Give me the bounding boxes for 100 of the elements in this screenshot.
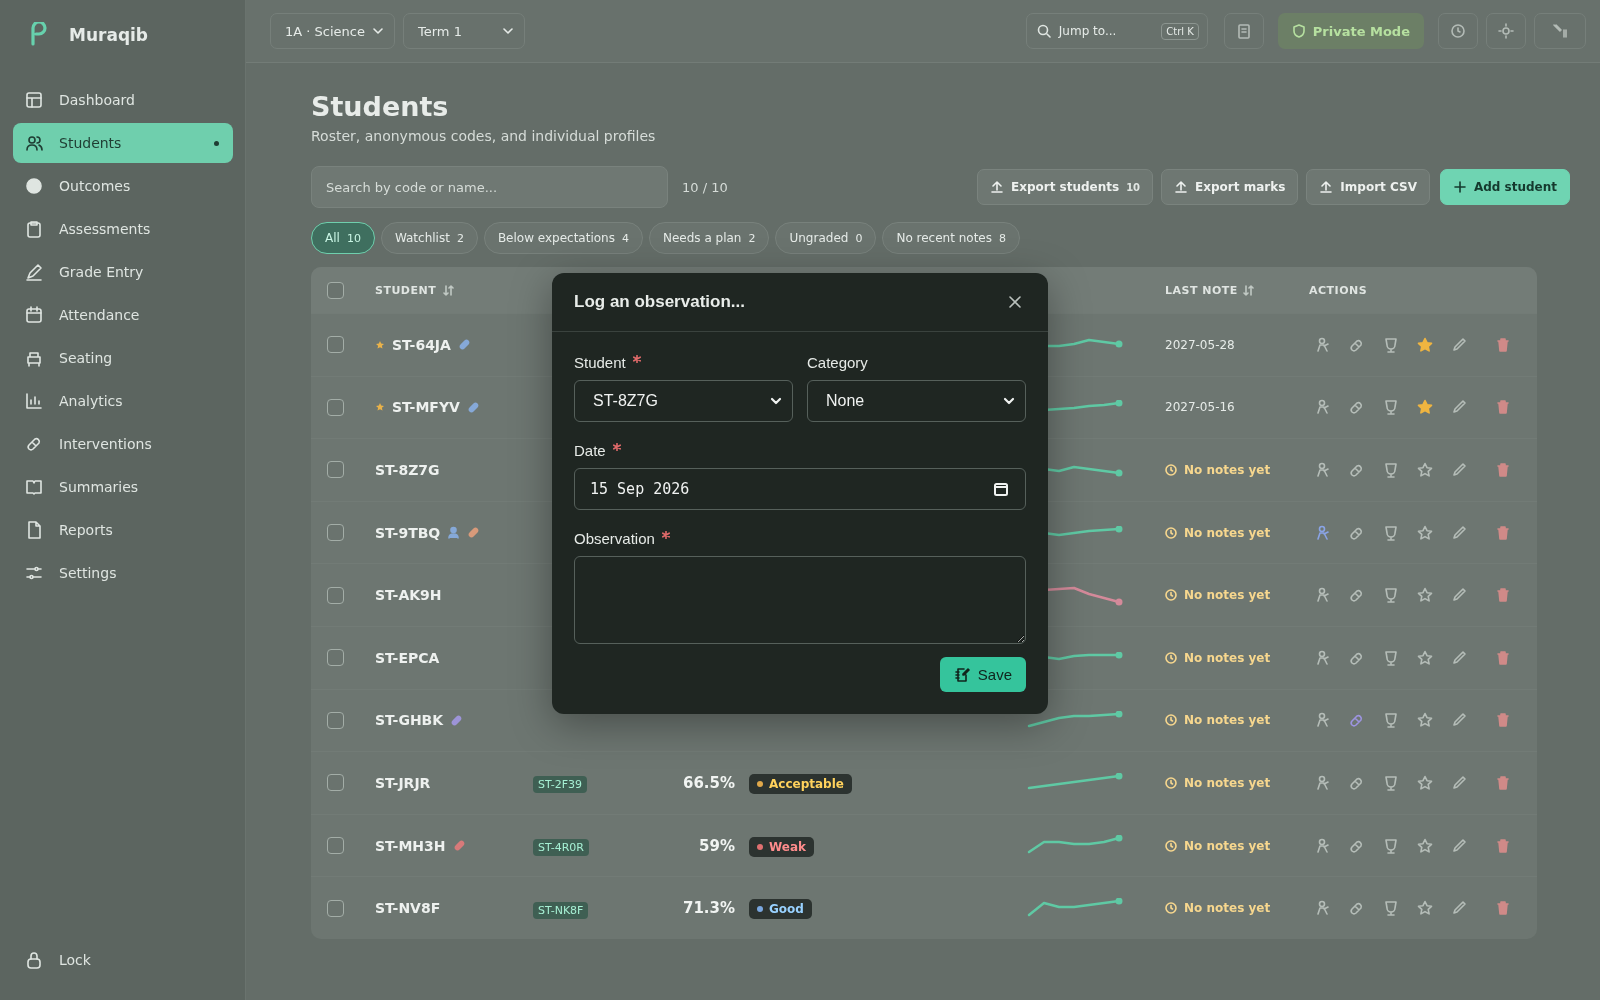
trash-icon — [1495, 524, 1511, 541]
trophy-icon — [1383, 399, 1399, 416]
filter-chip[interactable]: Ungraded 0 — [775, 222, 877, 254]
history-button[interactable] — [1438, 13, 1478, 49]
term-select[interactable]: Term 1 — [403, 13, 525, 49]
calendar-icon — [25, 306, 43, 324]
private-mode-button[interactable]: Private Mode — [1277, 13, 1424, 49]
person-icon — [1315, 649, 1331, 666]
filter-chip[interactable]: Below expectations 4 — [483, 222, 643, 254]
nav-item[interactable]: Students — [13, 123, 233, 163]
column-header: ACTIONS — [1308, 283, 1369, 297]
star-icon — [1417, 399, 1433, 416]
nav-item[interactable]: Outcomes — [13, 166, 233, 206]
nav-item[interactable]: Reports — [13, 510, 233, 550]
trash-icon — [1495, 587, 1511, 604]
notes-button[interactable] — [1223, 13, 1264, 49]
student-code[interactable]: ST-EPCA — [375, 649, 440, 666]
last-note: No notes yet — [1165, 901, 1305, 916]
clock-icon — [1165, 714, 1177, 727]
nav-item[interactable]: Summaries — [13, 467, 233, 507]
student-code[interactable]: ST-MH3H — [375, 837, 446, 854]
filter-chip[interactable]: All 10 — [311, 222, 375, 254]
star-icon — [1417, 524, 1433, 541]
row-checkbox[interactable] — [327, 837, 344, 855]
trash-icon — [1495, 649, 1511, 666]
person-icon — [1315, 524, 1331, 541]
plus-icon — [1452, 180, 1467, 194]
sliders-icon — [25, 564, 43, 582]
observation-field[interactable] — [574, 556, 1026, 644]
nav-item[interactable]: Attendance — [13, 295, 233, 335]
book-icon — [25, 478, 43, 496]
person-icon — [1315, 399, 1331, 416]
chair-icon — [25, 349, 43, 367]
row-checkbox[interactable] — [327, 711, 344, 729]
save-button[interactable]: Save — [939, 657, 1026, 692]
percent-cell-text: 71.3% — [681, 899, 735, 918]
select-all-checkbox[interactable] — [327, 281, 344, 299]
toolbar-button[interactable]: Export students 10 — [976, 169, 1154, 205]
student-code[interactable]: ST-NV8F — [375, 900, 441, 917]
column-header[interactable]: LAST NOTE — [1165, 283, 1305, 297]
toolbar-button[interactable]: Export marks — [1161, 169, 1299, 205]
lock-button[interactable]: Lock — [13, 940, 233, 980]
trash-icon — [1495, 900, 1511, 917]
trophy-icon — [1383, 462, 1399, 478]
date-field[interactable]: 15 Sep 2026 — [574, 468, 1026, 510]
clock-icon — [1165, 902, 1177, 915]
row-checkbox[interactable] — [327, 336, 344, 354]
student-code[interactable]: ST-AK9H — [375, 587, 442, 604]
pencil-icon — [1451, 837, 1467, 854]
filter-chip[interactable]: Watchlist 2 — [380, 222, 478, 254]
toolbar-button[interactable]: Import CSV — [1306, 169, 1430, 205]
student-code[interactable]: ST-8Z7G — [375, 462, 440, 478]
chip-count: 4 — [621, 231, 629, 245]
row-checkbox[interactable] — [327, 398, 344, 416]
student-code[interactable]: ST-JRJR — [375, 774, 431, 791]
star-icon — [1417, 649, 1433, 666]
pencil-icon — [1451, 462, 1467, 478]
search-field[interactable]: Search by code or name... — [311, 166, 668, 208]
nav-item[interactable]: Grade Entry — [13, 252, 233, 292]
theme-button[interactable] — [1486, 13, 1526, 49]
last-note: No notes yet — [1165, 838, 1305, 853]
row-checkbox[interactable] — [327, 524, 344, 542]
last-note: No notes yet — [1165, 775, 1305, 790]
chevron-icon — [1003, 395, 1015, 407]
row-checkbox[interactable] — [327, 649, 344, 667]
filter-chip[interactable]: Needs a plan 2 — [648, 222, 770, 254]
student-select[interactable]: ST-8Z7G — [574, 380, 793, 422]
row-checkbox[interactable] — [327, 774, 344, 792]
clock-icon — [1165, 839, 1177, 852]
band-label: Acceptable — [769, 775, 844, 792]
student-code[interactable]: ST-GHBK — [375, 712, 444, 729]
trophy-icon — [1383, 649, 1399, 666]
student-code[interactable]: ST-9TBQ — [375, 524, 441, 541]
clock-icon — [1165, 464, 1177, 476]
nav-item[interactable]: Settings — [13, 553, 233, 593]
nav-item[interactable]: Interventions — [13, 424, 233, 464]
row-checkbox[interactable] — [327, 586, 344, 604]
filter-chip[interactable]: No recent notes 8 — [882, 222, 1020, 254]
add-student-button[interactable]: Add student — [1439, 169, 1570, 205]
class-select[interactable]: 1A · Science — [270, 13, 395, 49]
row-checkbox[interactable] — [327, 461, 344, 479]
tools-button[interactable] — [1534, 13, 1586, 49]
nav-item[interactable]: Seating — [13, 338, 233, 378]
jump-field[interactable]: Jump to... Ctrl K — [1025, 13, 1208, 49]
nav-item[interactable]: Dashboard — [13, 80, 233, 120]
anonymous-code: ST-4R0R — [533, 839, 589, 857]
row-checkbox[interactable] — [327, 899, 344, 917]
category-select[interactable]: None — [807, 380, 1026, 422]
clock-icon — [1165, 776, 1177, 789]
pencil-icon — [1451, 524, 1467, 541]
upload-icon — [1174, 180, 1189, 194]
nav-item[interactable]: Analytics — [13, 381, 233, 421]
nav-item[interactable]: Assessments — [13, 209, 233, 249]
page-title: Students — [311, 91, 450, 122]
student-code[interactable]: ST-MFYV — [392, 399, 460, 416]
anonymous-code: ST-2F39 — [533, 776, 587, 794]
clock-icon — [1165, 651, 1177, 664]
column-header[interactable]: STUDENT — [375, 283, 533, 297]
student-code[interactable]: ST-64JA — [392, 336, 451, 353]
person-icon — [1315, 587, 1331, 604]
